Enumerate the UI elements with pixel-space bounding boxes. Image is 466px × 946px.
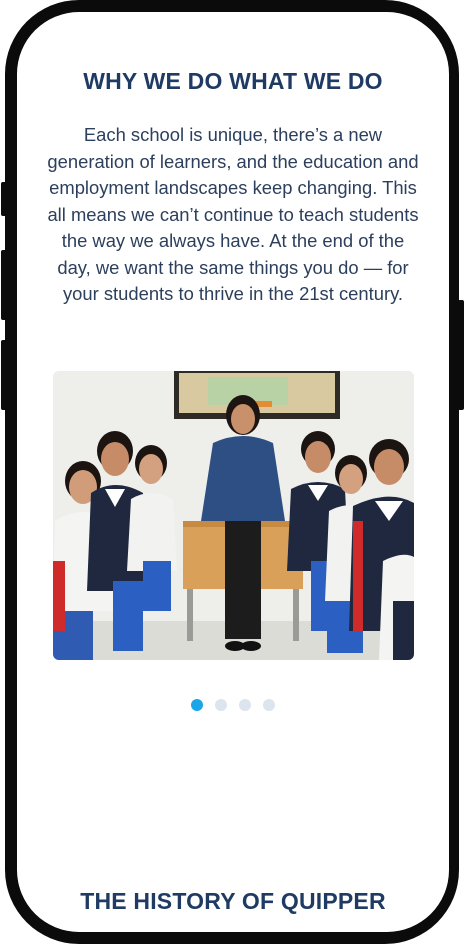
carousel-dot-4[interactable] [263,699,275,711]
phone-volume-down-button [1,340,7,410]
carousel-pagination [17,699,449,711]
next-section-title: THE HISTORY OF QUIPPER [80,888,386,914]
section-paragraph: Each school is unique, there’s a new gen… [47,124,419,304]
phone-power-button [458,300,464,410]
carousel-dot-1[interactable] [191,699,203,711]
phone-side-button [1,182,7,216]
classroom-photo [53,371,414,660]
section-title: WHY WE DO WHAT WE DO [83,68,383,94]
carousel-dot-2[interactable] [215,699,227,711]
phone-screen: WHY WE DO WHAT WE DO Each school is uniq… [17,12,449,932]
phone-volume-up-button [1,250,7,320]
carousel-dot-3[interactable] [239,699,251,711]
